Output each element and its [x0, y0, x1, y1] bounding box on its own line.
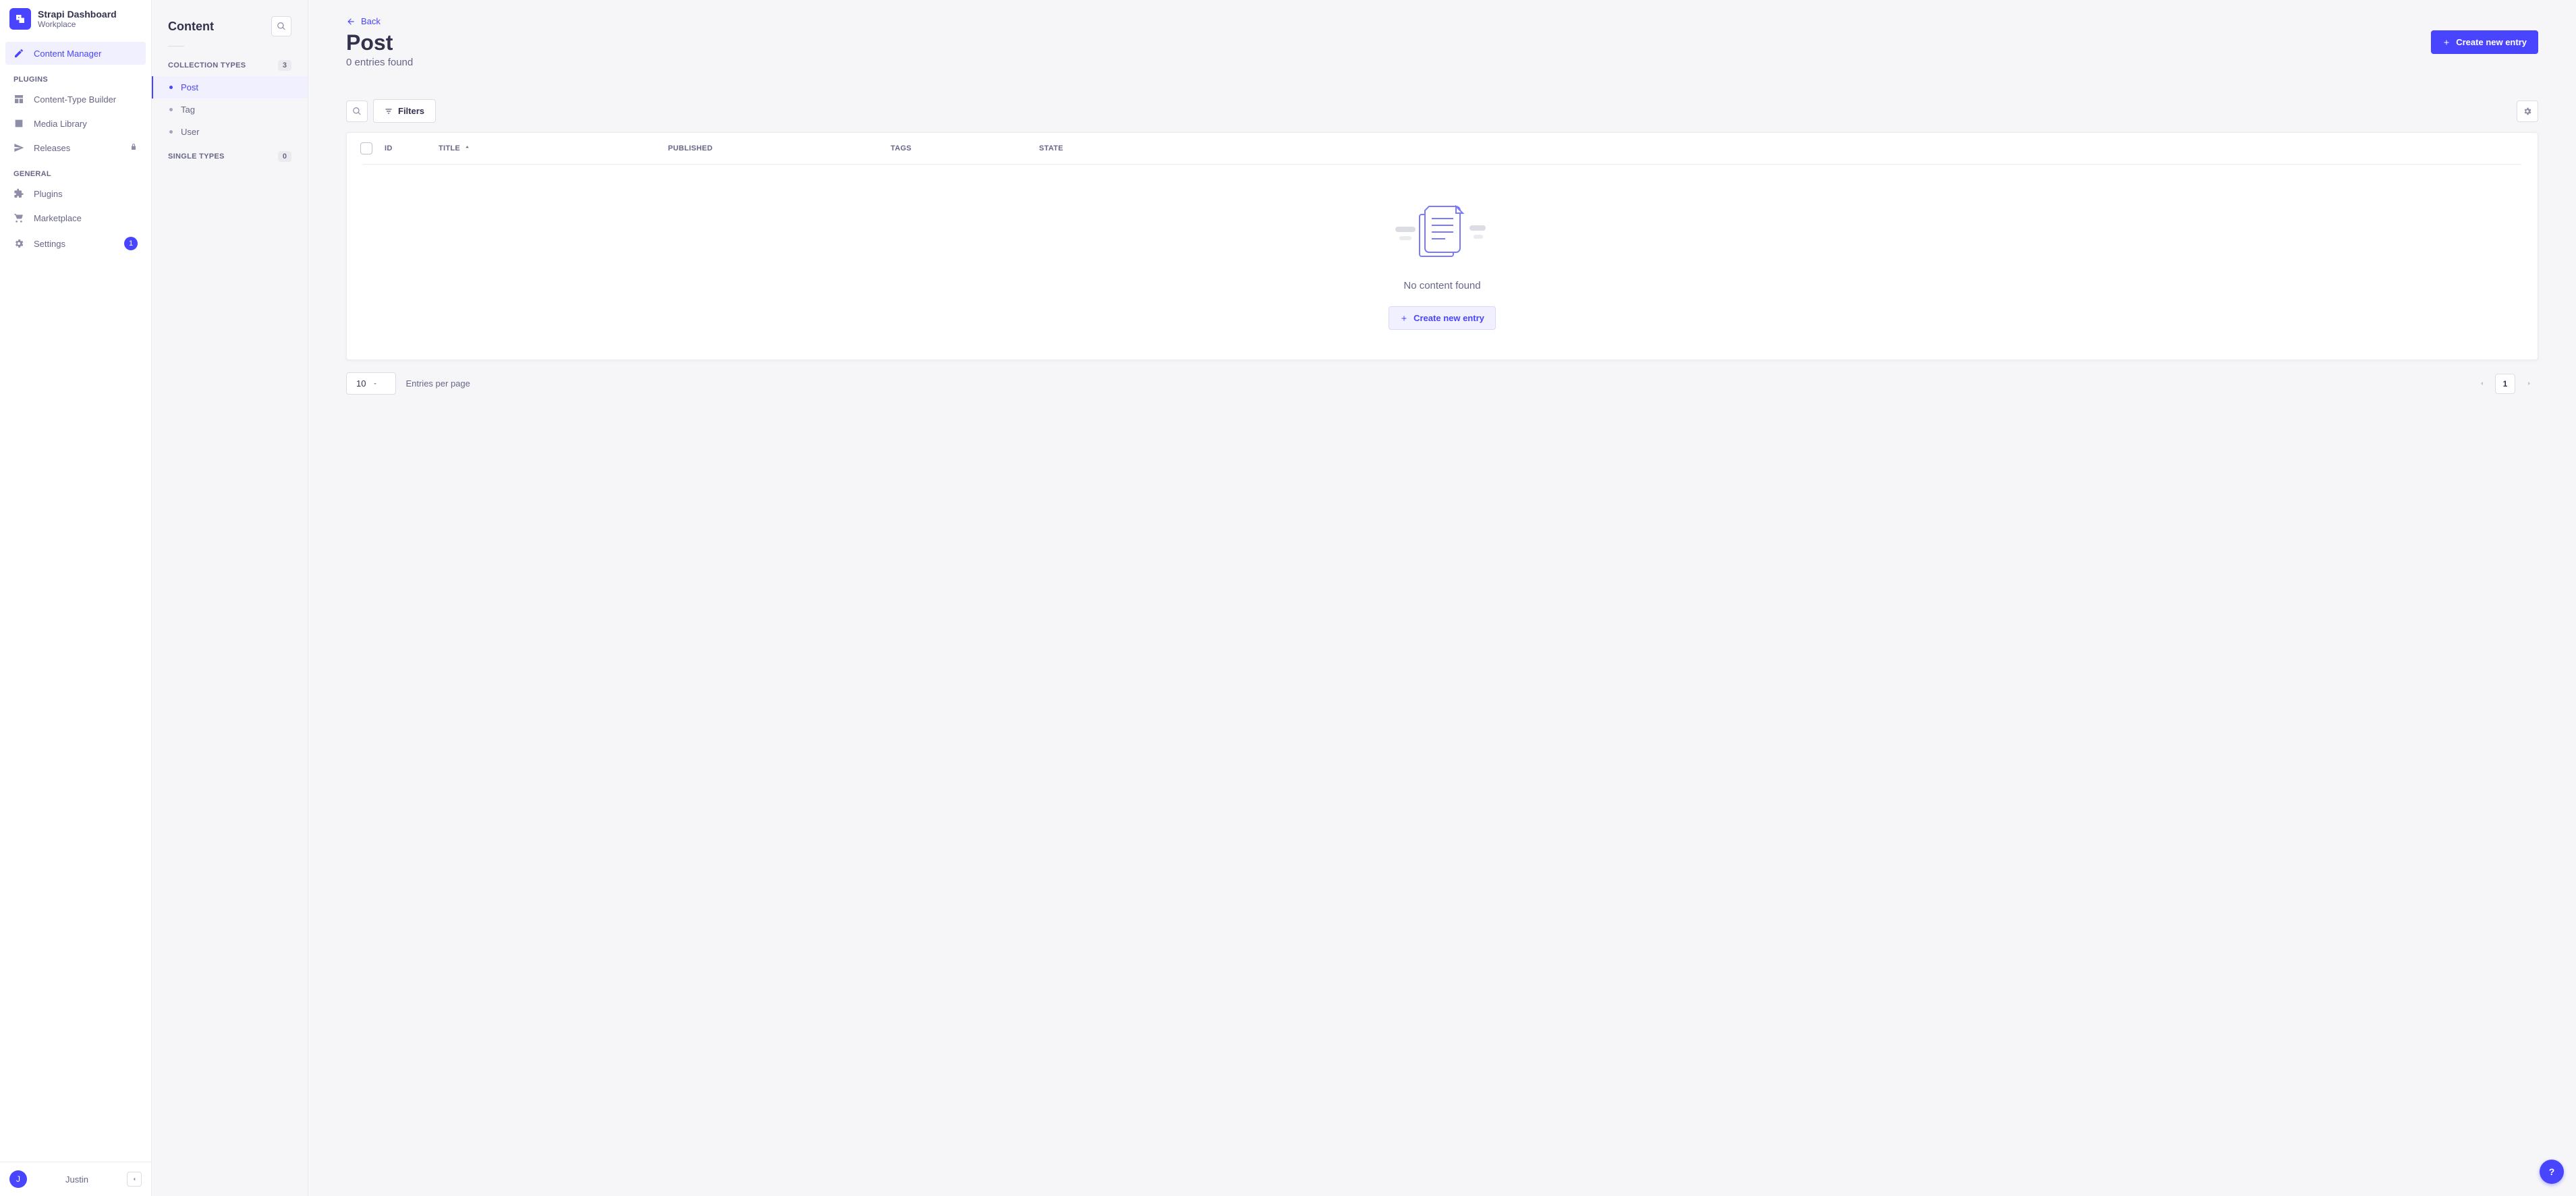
- sidebar-content: Content COLLECTION TYPES 3 Post Tag User: [152, 0, 308, 1196]
- collection-type-label: Tag: [181, 105, 195, 115]
- bullet-icon: [169, 108, 173, 111]
- nav-content-manager[interactable]: Content Manager: [5, 42, 146, 65]
- page-size-value: 10: [356, 378, 366, 389]
- empty-create-entry-button[interactable]: Create new entry: [1389, 306, 1496, 330]
- nav-section-plugins: PLUGINS: [5, 66, 146, 88]
- avatar[interactable]: J: [9, 1170, 27, 1188]
- select-all-checkbox[interactable]: [360, 142, 372, 154]
- filters-button[interactable]: Filters: [373, 99, 436, 123]
- bullet-icon: [169, 130, 173, 134]
- lock-icon: [130, 143, 138, 153]
- content-search-button[interactable]: [271, 16, 291, 36]
- sort-asc-icon: [464, 144, 470, 152]
- next-page-button[interactable]: [2519, 374, 2538, 393]
- prev-page-button[interactable]: [2472, 374, 2491, 393]
- nav-label: Content Manager: [34, 49, 101, 59]
- collection-type-label: User: [181, 127, 199, 137]
- single-types-label: SINGLE TYPES: [168, 152, 225, 161]
- nav-label: Content-Type Builder: [34, 94, 116, 105]
- collection-type-post[interactable]: Post: [152, 76, 308, 98]
- image-icon: [13, 118, 26, 129]
- nav-releases[interactable]: Releases: [5, 136, 146, 159]
- col-state[interactable]: STATE: [1039, 144, 2524, 152]
- col-id[interactable]: ID: [385, 144, 439, 152]
- nav-settings[interactable]: Settings 1: [5, 231, 146, 256]
- nav-media-library[interactable]: Media Library: [5, 112, 146, 135]
- settings-badge: 1: [124, 237, 138, 250]
- view-settings-button[interactable]: [2517, 101, 2538, 122]
- content-panel-title: Content: [168, 20, 214, 34]
- nav-marketplace[interactable]: Marketplace: [5, 206, 146, 229]
- collection-type-label: Post: [181, 82, 198, 92]
- col-published[interactable]: PUBLISHED: [668, 144, 891, 152]
- filters-label: Filters: [398, 106, 424, 116]
- puzzle-icon: [13, 188, 26, 199]
- entries-table: ID TITLE PUBLISHED TAGS STATE: [346, 132, 2538, 360]
- layout-icon: [13, 94, 26, 105]
- collection-types-count: 3: [278, 60, 291, 71]
- empty-create-entry-label: Create new entry: [1413, 313, 1484, 323]
- nav-label: Media Library: [34, 119, 87, 129]
- plane-icon: [13, 142, 26, 153]
- page-subtitle: 0 entries found: [346, 57, 413, 68]
- main-content: Back Post 0 entries found Create new ent…: [308, 0, 2576, 1196]
- collection-type-list: Post Tag User: [152, 75, 308, 144]
- brand[interactable]: Strapi Dashboard Workplace: [0, 0, 151, 38]
- arrow-left-icon: [346, 17, 356, 26]
- nav-content-type-builder[interactable]: Content-Type Builder: [5, 88, 146, 111]
- page-size-select[interactable]: 10: [346, 372, 396, 395]
- divider: [168, 46, 184, 47]
- col-title[interactable]: TITLE: [439, 144, 668, 152]
- table-header: ID TITLE PUBLISHED TAGS STATE: [347, 133, 2538, 164]
- plus-icon: [2442, 38, 2451, 47]
- user-name: Justin: [34, 1174, 120, 1185]
- create-entry-button[interactable]: Create new entry: [2431, 30, 2538, 54]
- pagination: 10 Entries per page 1: [346, 372, 2538, 395]
- cart-icon: [13, 212, 26, 223]
- search-icon: [352, 107, 362, 116]
- back-label: Back: [361, 16, 381, 26]
- brand-subtitle: Workplace: [38, 20, 117, 29]
- chevron-down-icon: [372, 378, 378, 389]
- filter-icon: [385, 107, 393, 115]
- page-title: Post: [346, 30, 413, 55]
- nav-label: Plugins: [34, 189, 63, 199]
- nav-label: Releases: [34, 143, 70, 153]
- collection-type-tag[interactable]: Tag: [152, 98, 308, 121]
- page-number[interactable]: 1: [2495, 374, 2515, 394]
- empty-state: No content found Create new entry: [363, 164, 2521, 360]
- chevron-left-icon: [2478, 380, 2486, 387]
- nav-label: Marketplace: [34, 213, 82, 223]
- sidebar-main: Strapi Dashboard Workplace Content Manag…: [0, 0, 152, 1196]
- collection-type-user[interactable]: User: [152, 121, 308, 143]
- empty-message: No content found: [1403, 280, 1480, 291]
- back-link[interactable]: Back: [346, 16, 381, 26]
- chevron-right-icon: [2525, 380, 2533, 387]
- help-fab[interactable]: ?: [2540, 1160, 2564, 1184]
- empty-illustration-icon: [1395, 202, 1490, 265]
- write-icon: [13, 48, 26, 59]
- single-types-header[interactable]: SINGLE TYPES 0: [152, 144, 308, 166]
- plus-icon: [1400, 314, 1408, 322]
- table-search-button[interactable]: [346, 101, 368, 122]
- brand-logo-icon: [9, 8, 31, 30]
- collection-types-header[interactable]: COLLECTION TYPES 3: [152, 53, 308, 75]
- collection-types-label: COLLECTION TYPES: [168, 61, 246, 69]
- single-types-count: 0: [278, 151, 291, 162]
- search-icon: [277, 22, 286, 31]
- col-tags[interactable]: TAGS: [891, 144, 1039, 152]
- create-entry-label: Create new entry: [2456, 37, 2527, 47]
- chevron-left-icon: [131, 1176, 138, 1183]
- bullet-icon: [169, 86, 173, 89]
- user-row: J Justin: [0, 1162, 151, 1196]
- entries-per-page-label: Entries per page: [405, 378, 470, 389]
- collapse-sidebar-button[interactable]: [127, 1172, 142, 1187]
- brand-title: Strapi Dashboard: [38, 9, 117, 20]
- gear-icon: [13, 238, 26, 249]
- gear-icon: [2523, 107, 2532, 116]
- nav-label: Settings: [34, 239, 65, 249]
- nav-section-general: GENERAL: [5, 161, 146, 182]
- nav-plugins[interactable]: Plugins: [5, 182, 146, 205]
